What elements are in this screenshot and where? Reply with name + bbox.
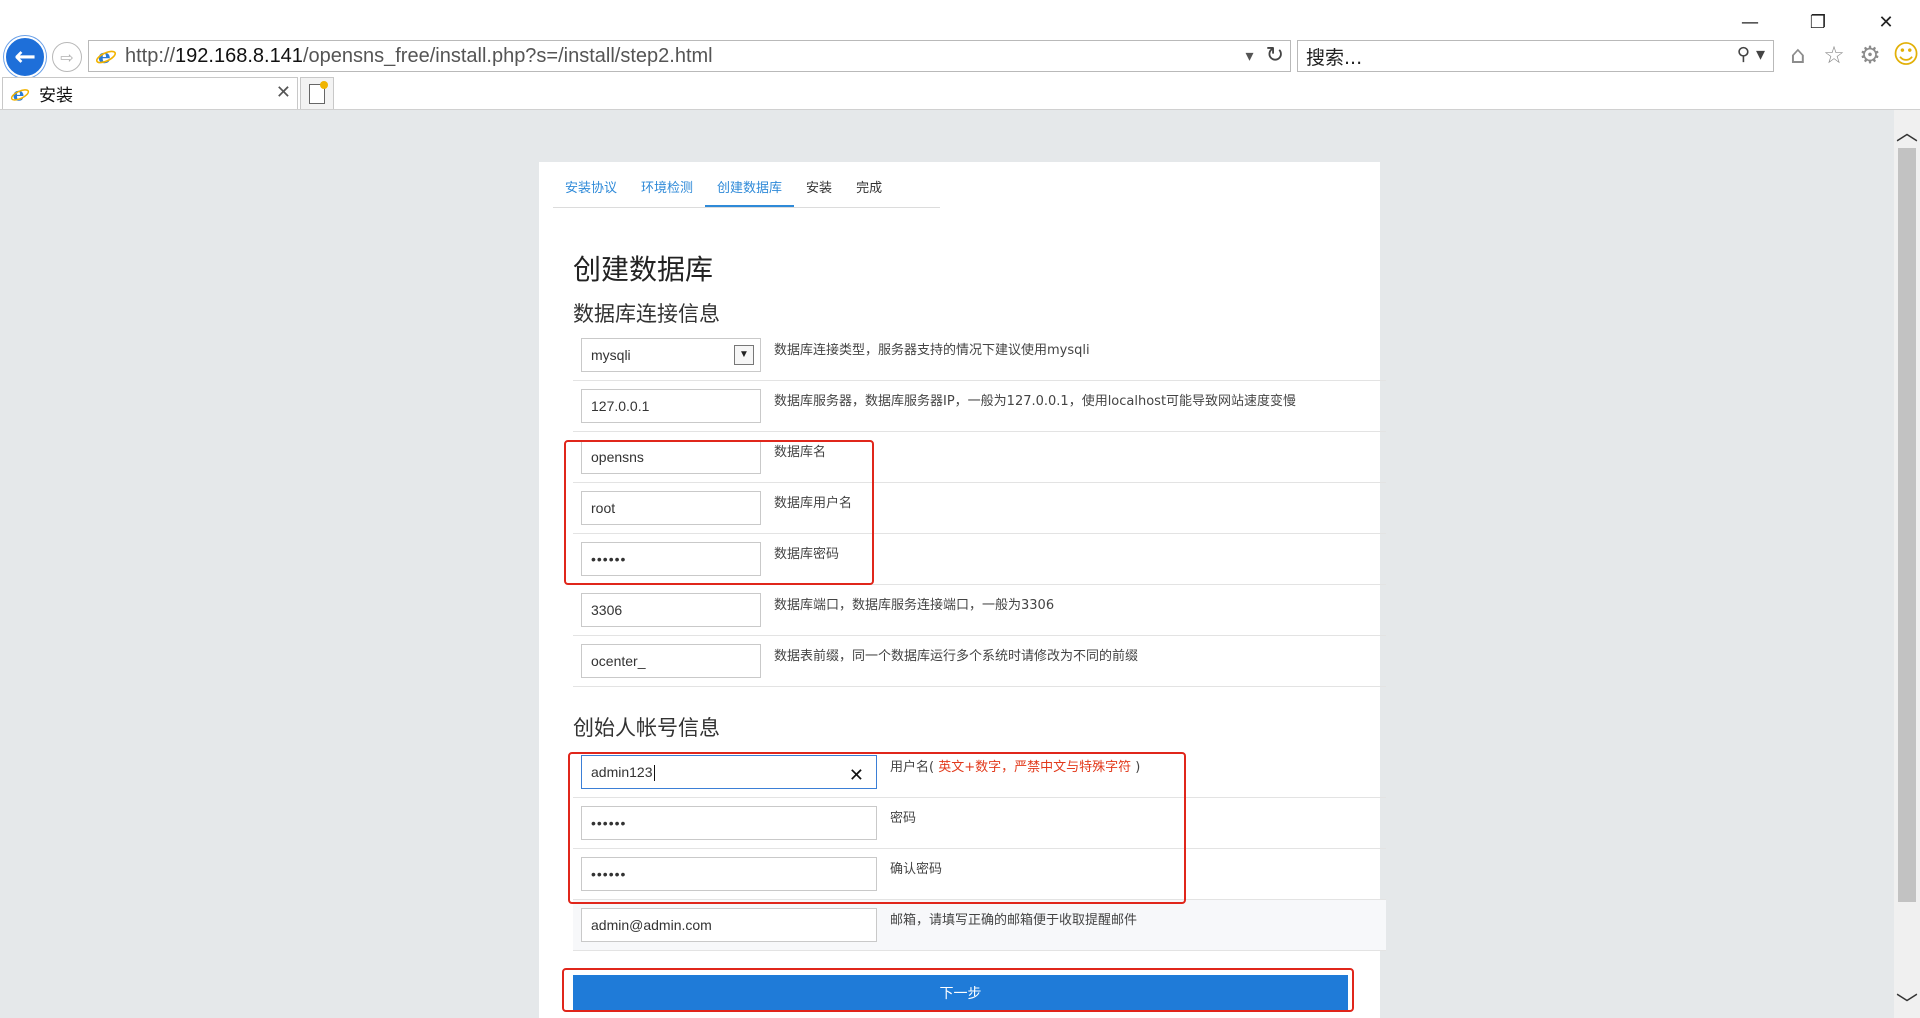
page-title: 创建数据库: [573, 253, 714, 286]
admin-email-desc: 邮箱，请填写正确的邮箱便于收取提醒邮件: [890, 913, 1138, 928]
db-prefix-desc: 数据表前缀，同一个数据库运行多个系统时请修改为不同的前缀: [774, 649, 1139, 664]
tab-install: 安装: [806, 181, 833, 196]
tab-env-check[interactable]: 环境检测: [629, 172, 705, 207]
settings-gear-icon[interactable]: ⚙: [1855, 40, 1885, 70]
close-icon[interactable]: ✕: [276, 82, 291, 103]
db-port-desc: 数据库端口，数据库服务连接端口，一般为3306: [774, 598, 1055, 613]
annotation-box-db-credentials: [564, 440, 874, 585]
db-prefix-input[interactable]: ocenter_: [581, 644, 761, 678]
db-type-row: mysqli ▼ 数据库连接类型，服务器支持的情况下建议使用mysqli: [573, 330, 1386, 381]
refresh-icon[interactable]: ↻: [1266, 43, 1284, 68]
admin-email-input[interactable]: admin@admin.com: [581, 908, 877, 942]
browser-tab[interactable]: e 安装 ✕: [2, 77, 298, 109]
db-section-title: 数据库连接信息: [573, 302, 720, 326]
new-tab-button[interactable]: [300, 77, 334, 109]
close-window-button[interactable]: ✕: [1852, 8, 1920, 36]
new-tab-icon: [309, 80, 328, 104]
db-host-row: 127.0.0.1 数据库服务器，数据库服务器IP，一般为127.0.0.1，使…: [573, 381, 1386, 432]
address-bar[interactable]: e http://192.168.8.141/opensns_free/inst…: [88, 40, 1291, 72]
admin-section-title: 创始人帐号信息: [573, 716, 720, 740]
annotation-box-next-button: [562, 968, 1354, 1012]
scroll-thumb[interactable]: [1898, 148, 1916, 902]
db-prefix-row: ocenter_ 数据表前缀，同一个数据库运行多个系统时请修改为不同的前缀: [573, 636, 1386, 687]
db-port-row: 3306 数据库端口，数据库服务连接端口，一般为3306: [573, 585, 1386, 636]
url-text[interactable]: http://192.168.8.141/opensns_free/instal…: [125, 45, 713, 68]
ie-icon: e: [93, 43, 119, 69]
ie-icon: e: [9, 83, 31, 105]
back-arrow-icon[interactable]: ←: [4, 36, 46, 78]
annotation-box-admin-account: [568, 752, 1186, 904]
favorites-star-icon[interactable]: ☆: [1819, 40, 1849, 70]
db-type-desc: 数据库连接类型，服务器支持的情况下建议使用mysqli: [774, 343, 1090, 358]
db-host-desc: 数据库服务器，数据库服务器IP，一般为127.0.0.1，使用localhost…: [774, 394, 1297, 409]
search-icon[interactable]: ⚲: [1737, 44, 1750, 65]
scroll-up-icon[interactable]: ︿: [1894, 116, 1920, 146]
tab-title: 安装: [39, 86, 73, 106]
db-host-input[interactable]: 127.0.0.1: [581, 389, 761, 423]
chevron-down-icon[interactable]: ▼: [734, 345, 754, 365]
smiley-feedback-icon[interactable]: ☺: [1891, 40, 1920, 70]
tab-install-agreement[interactable]: 安装协议: [553, 172, 629, 207]
home-icon[interactable]: ⌂: [1783, 40, 1813, 70]
restore-button[interactable]: ❐: [1784, 8, 1852, 36]
vertical-scrollbar[interactable]: ︿ ﹀: [1894, 110, 1920, 1018]
tab-create-database[interactable]: 创建数据库: [705, 172, 795, 207]
address-dropdown-icon[interactable]: ▾: [1246, 46, 1254, 65]
browser-chrome: — ❐ ✕ ← ⇨ e http://192.168.8.141/opensns…: [0, 0, 1920, 110]
forward-arrow-icon[interactable]: ⇨: [52, 42, 82, 72]
tab-finish: 完成: [856, 181, 883, 196]
window-controls: — ❐ ✕: [1716, 8, 1920, 36]
scroll-down-icon[interactable]: ﹀: [1894, 988, 1920, 1018]
search-placeholder: 搜索...: [1306, 46, 1363, 69]
install-steps-tabs: 安装协议 环境检测 创建数据库 安装 完成: [553, 172, 940, 208]
search-dropdown-icon[interactable]: ▾: [1756, 44, 1765, 65]
admin-email-row: admin@admin.com 邮箱，请填写正确的邮箱便于收取提醒邮件: [573, 900, 1386, 951]
minimize-button[interactable]: —: [1716, 8, 1784, 36]
db-port-input[interactable]: 3306: [581, 593, 761, 627]
search-box[interactable]: 搜索... ⚲ ▾: [1297, 40, 1774, 72]
db-type-select[interactable]: mysqli ▼: [581, 338, 761, 372]
